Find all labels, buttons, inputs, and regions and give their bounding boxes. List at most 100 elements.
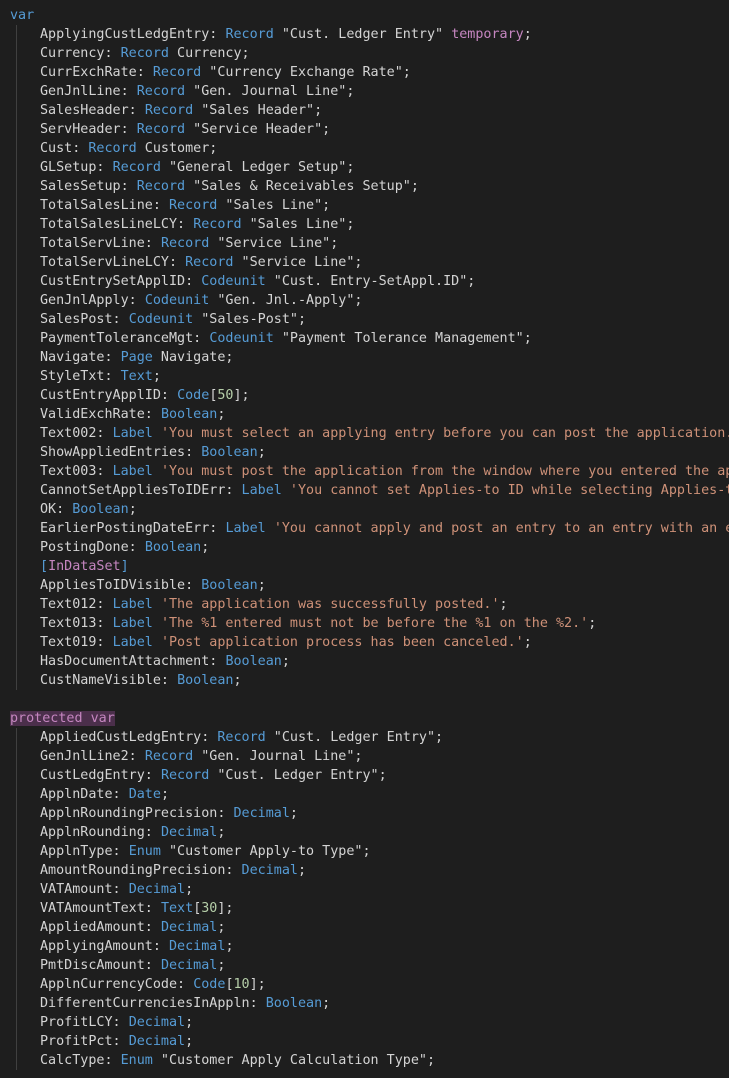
code-token: Cust: (40, 141, 89, 156)
indent-guide (16, 424, 17, 443)
code-token: Decimal (160, 825, 218, 840)
code-token: "Sales Line"; (217, 198, 331, 213)
code-token: 'The application was successfully posted… (160, 597, 500, 612)
code-area[interactable]: var ApplyingCustLedgEntry: Record "Cust. … (0, 6, 729, 1070)
code-token: Record (144, 103, 194, 118)
code-token: CustEntrySetApplID: (40, 274, 202, 289)
code-token: Label (112, 464, 153, 479)
indent-guide (16, 785, 17, 804)
code-token: Currency: (40, 46, 121, 61)
code-line: Cust: Record Customer; (0, 139, 729, 158)
code-token: temporary (451, 27, 524, 42)
code-token: [ (225, 977, 234, 992)
code-token: TotalSalesLineLCY: (40, 217, 194, 232)
code-token: Record (160, 768, 210, 783)
indent-guide (16, 937, 17, 956)
var-keyword: protected var (10, 711, 115, 726)
code-token: 'You must select an applying entry befor… (160, 426, 729, 441)
code-token: Label (112, 426, 153, 441)
code-token: SalesPost: (40, 312, 129, 327)
indent-guide (16, 63, 17, 82)
indent-guide (16, 576, 17, 595)
code-token: [ (40, 559, 49, 574)
code-token: Boolean (201, 445, 258, 460)
code-token: "Cust. Entry-SetAppl.ID"; (265, 274, 476, 289)
code-token: ]; (249, 977, 266, 992)
code-line: CannotSetAppliesToIDErr: Label 'You cann… (0, 481, 729, 500)
code-token: ; (217, 407, 226, 422)
code-token: ApplnCurrencyCode: (40, 977, 194, 992)
code-token: Record (112, 160, 161, 175)
code-token: ApplnRoundingPrecision: (40, 806, 234, 821)
code-line: ApplyingAmount: Decimal; (0, 937, 729, 956)
code-token: "Cust. Ledger Entry"; (265, 730, 444, 745)
code-token: "Service Line"; (233, 255, 363, 270)
code-token: ServHeader: (40, 122, 137, 137)
code-token: Record (185, 255, 234, 270)
code-token: Codeunit (128, 312, 194, 327)
code-token: ; (523, 635, 532, 650)
indent-guide (16, 158, 17, 177)
indent-guide (16, 975, 17, 994)
code-line: GLSetup: Record "General Ledger Setup"; (0, 158, 729, 177)
code-token: ; (499, 597, 508, 612)
code-token: Text (160, 901, 194, 916)
code-token: 'You cannot set Applies-to ID while sele… (289, 483, 729, 498)
code-token: ; (201, 540, 210, 555)
code-token: VATAmountText: (40, 901, 161, 916)
code-token: CustNameVisible: (40, 673, 178, 688)
code-line: SalesPost: Codeunit "Sales-Post"; (0, 310, 729, 329)
indent-guide (16, 747, 17, 766)
indent-guide (16, 25, 17, 44)
indent-guide (16, 386, 17, 405)
code-token: ShowAppliedEntries: (40, 445, 202, 460)
code-token: 10 (233, 977, 250, 992)
code-token: ; (225, 939, 234, 954)
code-line: ApplnDate: Date; (0, 785, 729, 804)
code-token: Boolean (265, 996, 323, 1011)
var-keyword-line: protected var (0, 709, 729, 728)
code-token: Record (136, 179, 186, 194)
code-line: CalcType: Enum "Customer Apply Calculati… (0, 1051, 729, 1070)
indent-guide (16, 405, 17, 424)
code-token: PostingDone: (40, 540, 145, 555)
code-line: Text013: Label 'The %1 entered must not … (0, 614, 729, 633)
code-token: SalesHeader: (40, 103, 145, 118)
code-token: ; (297, 863, 307, 878)
indent-guide (16, 348, 17, 367)
indent-guide (16, 253, 17, 272)
indent-guide (16, 823, 17, 842)
code-line: DifferentCurrenciesInAppln: Boolean; (0, 994, 729, 1013)
code-token: ; (233, 673, 242, 688)
code-token: ; (185, 1034, 194, 1049)
code-token: TotalServLine: (40, 236, 161, 251)
code-token: AppliedAmount: (40, 920, 161, 935)
code-token: ; (257, 445, 266, 460)
code-editor[interactable]: var ApplyingCustLedgEntry: Record "Cust. … (0, 0, 729, 1078)
code-token: TotalServLineLCY: (40, 255, 186, 270)
code-token: ApplnRounding: (40, 825, 161, 840)
code-token: AppliedCustLedgEntry: (40, 730, 218, 745)
code-token: Label (241, 483, 282, 498)
code-token: Enum (128, 844, 161, 859)
indent-guide (16, 44, 17, 63)
code-token: Codeunit (209, 331, 274, 346)
code-token: AppliesToIDVisible: (40, 578, 202, 593)
code-token: "Gen. Journal Line"; (193, 749, 363, 764)
code-token: TotalSalesLine: (40, 198, 169, 213)
code-line: Text012: Label 'The application was succ… (0, 595, 729, 614)
code-token: ; (152, 369, 161, 384)
code-token: ; (128, 502, 137, 517)
code-line: ApplnType: Enum "Customer Apply-to Type"… (0, 842, 729, 861)
indent-guide (16, 861, 17, 880)
indent-guide (16, 994, 17, 1013)
code-token: CalcType: (40, 1053, 121, 1068)
code-token: "General Ledger Setup"; (160, 160, 355, 175)
code-line: CustNameVisible: Boolean; (0, 671, 729, 690)
